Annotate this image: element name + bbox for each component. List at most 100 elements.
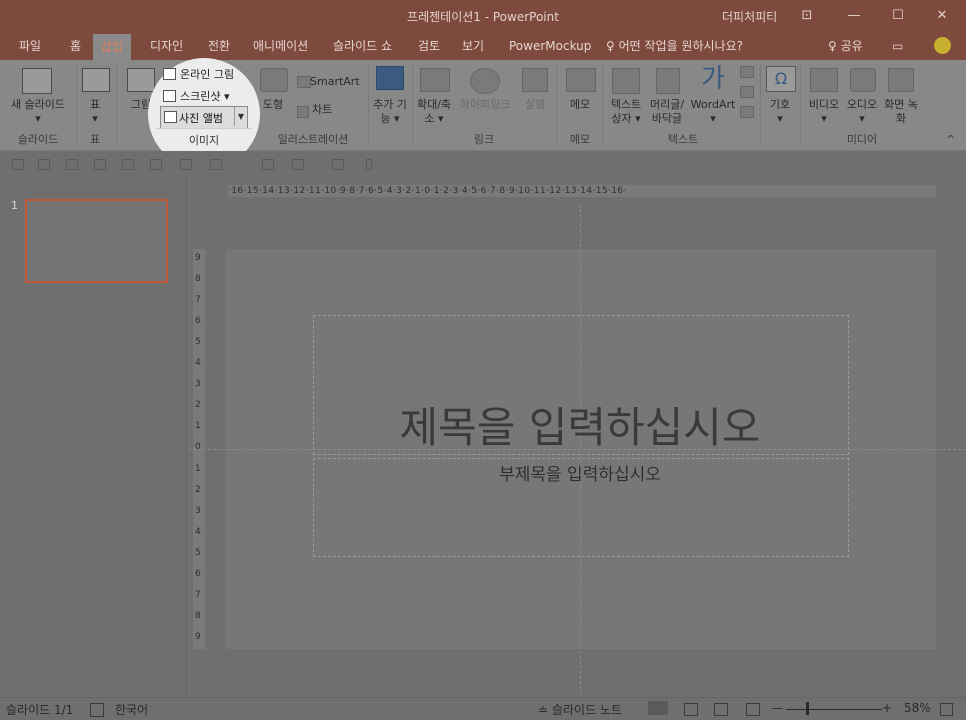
new-slide-button[interactable]: 새 슬라이드 <box>2 98 74 112</box>
ribbon-display-options-icon[interactable]: ⊡ <box>797 6 817 26</box>
tab-animations[interactable]: 애니메이션 <box>251 32 310 60</box>
tab-design[interactable]: 디자인 <box>148 32 185 60</box>
fit-to-window-icon[interactable] <box>940 703 953 716</box>
object-icon[interactable] <box>740 106 754 118</box>
zoom-in-button[interactable]: + <box>882 701 892 715</box>
vertical-ruler-tick: 8 <box>195 274 201 284</box>
group-separator <box>412 64 413 144</box>
online-pictures-icon <box>163 68 176 80</box>
slide-thumbnail[interactable] <box>25 199 168 283</box>
table-button[interactable]: 표 <box>80 98 110 112</box>
video-button[interactable]: 비디오 <box>804 98 844 112</box>
subtitle-placeholder-text[interactable]: 부제목을 입력하십시오 <box>313 460 847 485</box>
zoom-slider[interactable] <box>786 709 882 710</box>
tab-insert[interactable]: 삽입 <box>93 34 132 60</box>
symbols-button[interactable]: 기호 <box>764 98 796 112</box>
share-button[interactable]: ♀ 공유 <box>828 32 863 60</box>
zoom-slider-thumb[interactable] <box>806 702 809 715</box>
collapse-ribbon-icon[interactable]: ^ <box>946 133 955 146</box>
zoom-button[interactable]: 확대/축소 ▾ <box>414 98 454 126</box>
vertical-ruler-tick: 7 <box>195 590 201 600</box>
line-spacing-icon[interactable] <box>262 159 274 170</box>
align-left-icon[interactable] <box>12 159 24 170</box>
date-time-icon[interactable] <box>740 66 754 78</box>
normal-view-icon[interactable] <box>648 701 668 715</box>
account-name[interactable]: 더피처피티 <box>722 8 777 25</box>
distribute-horizontal-icon[interactable] <box>180 159 192 170</box>
customize-toolbar-icon[interactable] <box>366 159 372 170</box>
group-label-images: 이미지 <box>188 134 220 147</box>
photo-album-button[interactable]: 사진 앨범 ▼ <box>160 106 248 129</box>
shapes-button[interactable]: 도형 <box>258 98 288 112</box>
textbox-icon <box>612 68 640 94</box>
wordart-icon: 가 <box>701 64 725 94</box>
reading-view-icon[interactable] <box>714 703 728 716</box>
slide-count: 슬라이드 1/1 <box>6 703 74 717</box>
close-button[interactable]: ✕ <box>932 6 952 26</box>
tell-me-search[interactable]: ♀ 어떤 작업을 원하시나요? <box>606 32 743 60</box>
smiley-feedback-icon[interactable] <box>934 37 951 54</box>
comment-button[interactable]: 메모 <box>560 98 600 112</box>
action-button[interactable]: 실행 <box>518 98 552 112</box>
vertical-ruler-tick: 2 <box>195 485 201 495</box>
tab-powermockup[interactable]: PowerMockup <box>507 32 593 60</box>
screenshot-button[interactable]: 스크린샷 ▾ <box>180 88 230 104</box>
symbols-caret-icon[interactable]: ▾ <box>764 112 796 126</box>
hyperlink-button[interactable]: 하이퍼링크 <box>454 98 516 112</box>
spell-check-icon[interactable] <box>90 703 104 717</box>
tab-home[interactable]: 홈 <box>68 32 83 60</box>
align-bottom-icon[interactable] <box>150 159 162 170</box>
audio-button[interactable]: 오디오 <box>842 98 882 112</box>
header-footer-button[interactable]: 머리글/바닥글 <box>646 98 688 126</box>
wordart-button[interactable]: WordArt <box>688 98 738 112</box>
hyperlink-icon <box>470 68 500 94</box>
tab-transitions[interactable]: 전환 <box>206 32 232 60</box>
addins-button[interactable]: 추가 기능 ▾ <box>370 98 410 126</box>
chart-button[interactable]: 차트 <box>312 103 352 117</box>
audio-caret-icon[interactable]: ▾ <box>842 112 882 126</box>
slideshow-icon[interactable] <box>746 703 760 716</box>
tab-review[interactable]: 검토 <box>416 32 442 60</box>
horizontal-ruler[interactable]: ·16·15·14·13·12·11·10·9·8·7·6·5·4·3·2·1·… <box>228 185 936 197</box>
align-top-icon[interactable] <box>94 159 106 170</box>
online-pictures-button[interactable]: 온라인 그림 <box>180 66 234 82</box>
divider <box>156 128 252 129</box>
photo-album-dropdown-icon[interactable]: ▼ <box>234 107 247 126</box>
notes-button[interactable]: ≐ 슬라이드 노트 <box>538 701 622 718</box>
zoom-icon <box>420 68 450 92</box>
distribute-vertical-icon[interactable] <box>210 159 222 170</box>
vertical-ruler-tick: 5 <box>195 548 201 558</box>
align-right-icon[interactable] <box>66 159 78 170</box>
align-middle-icon[interactable] <box>122 159 134 170</box>
chart-icon <box>297 106 309 118</box>
comments-icon[interactable]: ▭ <box>892 32 903 60</box>
title-placeholder-text[interactable]: 제목을 입력하십시오 <box>313 394 847 455</box>
video-caret-icon[interactable]: ▾ <box>804 112 844 126</box>
slide-sorter-icon[interactable] <box>684 703 698 716</box>
tab-file[interactable]: 파일 <box>17 32 43 60</box>
screen-recording-button[interactable]: 화면 녹화 <box>884 98 918 126</box>
zoom-out-button[interactable]: — <box>771 701 783 715</box>
slide-number-icon[interactable] <box>740 86 754 98</box>
group-label-text: 텍스트 <box>667 133 699 146</box>
new-slide-caret-icon[interactable]: ▾ <box>2 112 74 126</box>
align-center-icon[interactable] <box>38 159 50 170</box>
arrange-icon[interactable] <box>332 159 344 170</box>
group-label-media: 미디어 <box>846 133 878 146</box>
textbox-button[interactable]: 텍스트 상자 ▾ <box>606 98 646 126</box>
group-separator <box>760 64 761 144</box>
tab-slideshow[interactable]: 슬라이드 쇼 <box>331 32 394 60</box>
shape-fill-icon[interactable] <box>292 159 304 170</box>
vertical-ruler-tick: 4 <box>195 358 201 368</box>
shapes-icon <box>260 68 288 92</box>
maximize-button[interactable]: ☐ <box>888 6 908 26</box>
tab-view[interactable]: 보기 <box>460 32 486 60</box>
smartart-icon <box>297 76 311 88</box>
wordart-caret-icon[interactable]: ▾ <box>688 112 738 126</box>
smartart-button[interactable]: SmartArt <box>310 75 362 89</box>
table-caret-icon[interactable]: ▾ <box>80 112 110 126</box>
zoom-level[interactable]: 58% <box>904 701 931 715</box>
language-indicator[interactable]: 한국어 <box>115 701 148 718</box>
minimize-button[interactable]: — <box>844 6 864 26</box>
photo-album-label: 사진 앨범 <box>179 112 223 125</box>
